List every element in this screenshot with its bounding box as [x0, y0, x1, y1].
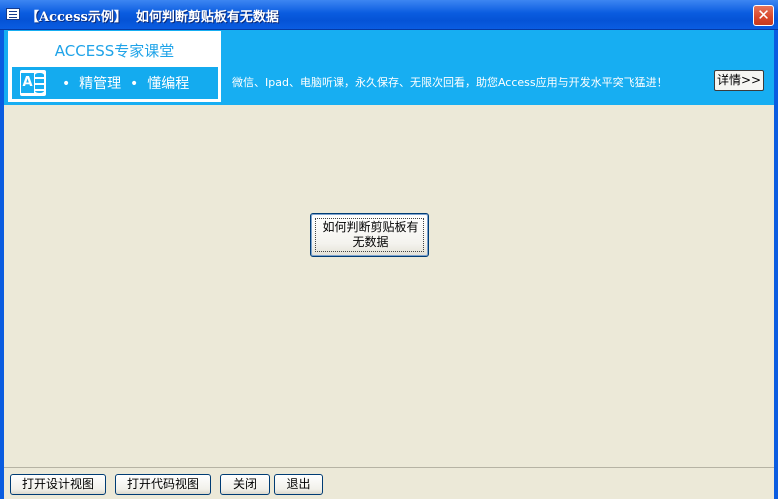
access-icon-letter: A: [21, 73, 34, 93]
promo-banner: ACCESS专家课堂 A • 精管理 • 懂编程 微信、Ipad、电脑听课，永久…: [4, 30, 774, 105]
window-title: 【Access示例】 如何判断剪贴板有无数据: [26, 10, 279, 25]
close-icon[interactable]: ✕: [753, 5, 774, 26]
open-design-view-button[interactable]: 打开设计视图: [10, 474, 106, 495]
logo-slogan: • 精管理 • 懂编程: [62, 76, 190, 92]
close-button[interactable]: 关闭: [220, 474, 270, 495]
bottom-toolbar: 打开设计视图 打开代码视图 关闭 退出: [4, 467, 774, 499]
access-icon: A: [20, 70, 46, 96]
check-clipboard-button[interactable]: 如何判断剪贴板有无数据: [310, 213, 429, 257]
details-button[interactable]: 详情>>: [714, 70, 764, 91]
title-bar: 【Access示例】 如何判断剪贴板有无数据 ✕: [0, 0, 778, 30]
exit-button[interactable]: 退出: [274, 474, 323, 495]
logo-strip: A • 精管理 • 懂编程: [12, 67, 218, 99]
promo-text: 微信、Ipad、电脑听课，永久保存、无限次回看，助您Access应用与开发水平突…: [232, 76, 668, 89]
window-frame-right: [774, 30, 778, 499]
form-body: 如何判断剪贴板有无数据: [4, 105, 774, 467]
logo: ACCESS专家课堂 A • 精管理 • 懂编程: [8, 31, 221, 102]
database-icon: [35, 73, 44, 93]
open-code-view-button[interactable]: 打开代码视图: [115, 474, 211, 495]
form-icon[interactable]: [6, 8, 20, 20]
logo-title: ACCESS专家课堂: [54, 42, 175, 60]
check-clipboard-label: 如何判断剪贴板有无数据: [322, 220, 419, 249]
